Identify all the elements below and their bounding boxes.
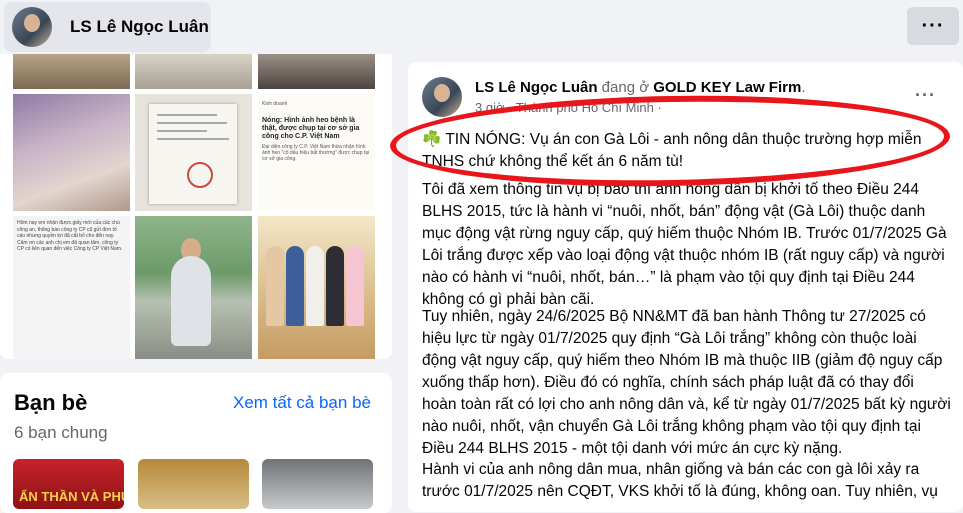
top-bar: LS Lê Ngọc Luân ···: [0, 0, 963, 54]
profile-name[interactable]: LS Lê Ngọc Luân: [70, 17, 209, 37]
photo-thumbnail[interactable]: [258, 216, 375, 359]
post-paragraph: Hành vi của anh nông dân mua, nhân giống…: [422, 461, 938, 500]
post-status-text: đang ở: [597, 79, 654, 96]
photo-thumbnail[interactable]: Kinh doanh Nóng: Hình ảnh heo bệnh là th…: [258, 94, 375, 211]
document-image: [149, 104, 237, 204]
post-headline: ☘️ TIN NÓNG: Vụ án con Gà Lôi - anh nông…: [422, 129, 942, 173]
photo-thumbnail[interactable]: Hôm nay em nhận được giấy mời của các ch…: [13, 216, 130, 359]
doc-line: [157, 138, 229, 140]
more-options-button[interactable]: ···: [907, 7, 959, 45]
person-figure: [286, 246, 304, 326]
photo-thumbnail[interactable]: [135, 94, 252, 211]
doc-line: [157, 122, 227, 124]
stamp-seal: [187, 162, 213, 188]
friend-tile[interactable]: ẤN THẦN VÀ PHỤNG: [13, 459, 124, 509]
friend-tile-text: ẤN THẦN VÀ PHỤNG: [19, 489, 124, 504]
doc-line: [157, 130, 207, 132]
photo-thumbnail[interactable]: [13, 54, 130, 89]
mutual-friends-count: 6 bạn chung: [14, 423, 108, 442]
photos-card: Kinh doanh Nóng: Hình ảnh heo bệnh là th…: [0, 54, 392, 359]
photo-thumbnail[interactable]: [258, 54, 375, 89]
article-caption: Đại diện công ty C.P. Việt Nam thừa nhận…: [262, 144, 370, 162]
post-author-link[interactable]: LS Lê Ngọc Luân: [475, 79, 598, 96]
post-location-link[interactable]: GOLD KEY Law Firm: [653, 79, 801, 96]
person-figure: [306, 246, 324, 326]
text-post-preview: Hôm nay em nhận được giấy mời của các ch…: [17, 220, 123, 253]
avatar[interactable]: [12, 7, 52, 47]
person-figure: [346, 246, 364, 326]
photo-thumbnail[interactable]: [135, 216, 252, 359]
profile-chip[interactable]: LS Lê Ngọc Luân: [4, 2, 211, 52]
post-more-options-icon[interactable]: ···: [915, 85, 936, 106]
post-status-end: .: [801, 79, 806, 96]
friends-title: Bạn bè: [14, 390, 88, 415]
person-figure: [326, 246, 344, 326]
friends-card: Bạn bè Xem tất cả bạn bè 6 bạn chung ẤN …: [0, 373, 392, 513]
friend-tile[interactable]: [262, 459, 373, 509]
article-source: Kinh doanh: [262, 101, 288, 107]
article-headline: Nóng: Hình ảnh heo bệnh là thật, được ch…: [262, 117, 360, 140]
post-headline-text: TIN NÓNG: Vụ án con Gà Lôi - anh nông dâ…: [422, 131, 922, 170]
friend-tile[interactable]: [138, 459, 249, 509]
clover-icon: ☘️: [422, 131, 442, 148]
photo-thumbnail[interactable]: [13, 94, 130, 211]
see-all-friends-link[interactable]: Xem tất cả bạn bè: [233, 393, 371, 413]
post-paragraph: Tôi đã xem thông tin vụ bị báo thì anh n…: [422, 181, 947, 308]
person-figure: [171, 256, 211, 346]
post-paragraph: Tuy nhiên, ngày 24/6/2025 Bộ NN&MT đã ba…: [422, 308, 951, 457]
photo-thumbnail[interactable]: [135, 54, 252, 89]
post-card: LS Lê Ngọc Luân đang ở GOLD KEY Law Firm…: [408, 62, 963, 512]
post-meta[interactable]: 3 giờ · Thành phố Hồ Chí Minh ·: [475, 100, 662, 115]
person-figure: [266, 246, 284, 326]
post-header: LS Lê Ngọc Luân đang ở GOLD KEY Law Firm…: [475, 79, 806, 96]
doc-line: [157, 114, 217, 116]
post-author-avatar[interactable]: [422, 77, 462, 117]
